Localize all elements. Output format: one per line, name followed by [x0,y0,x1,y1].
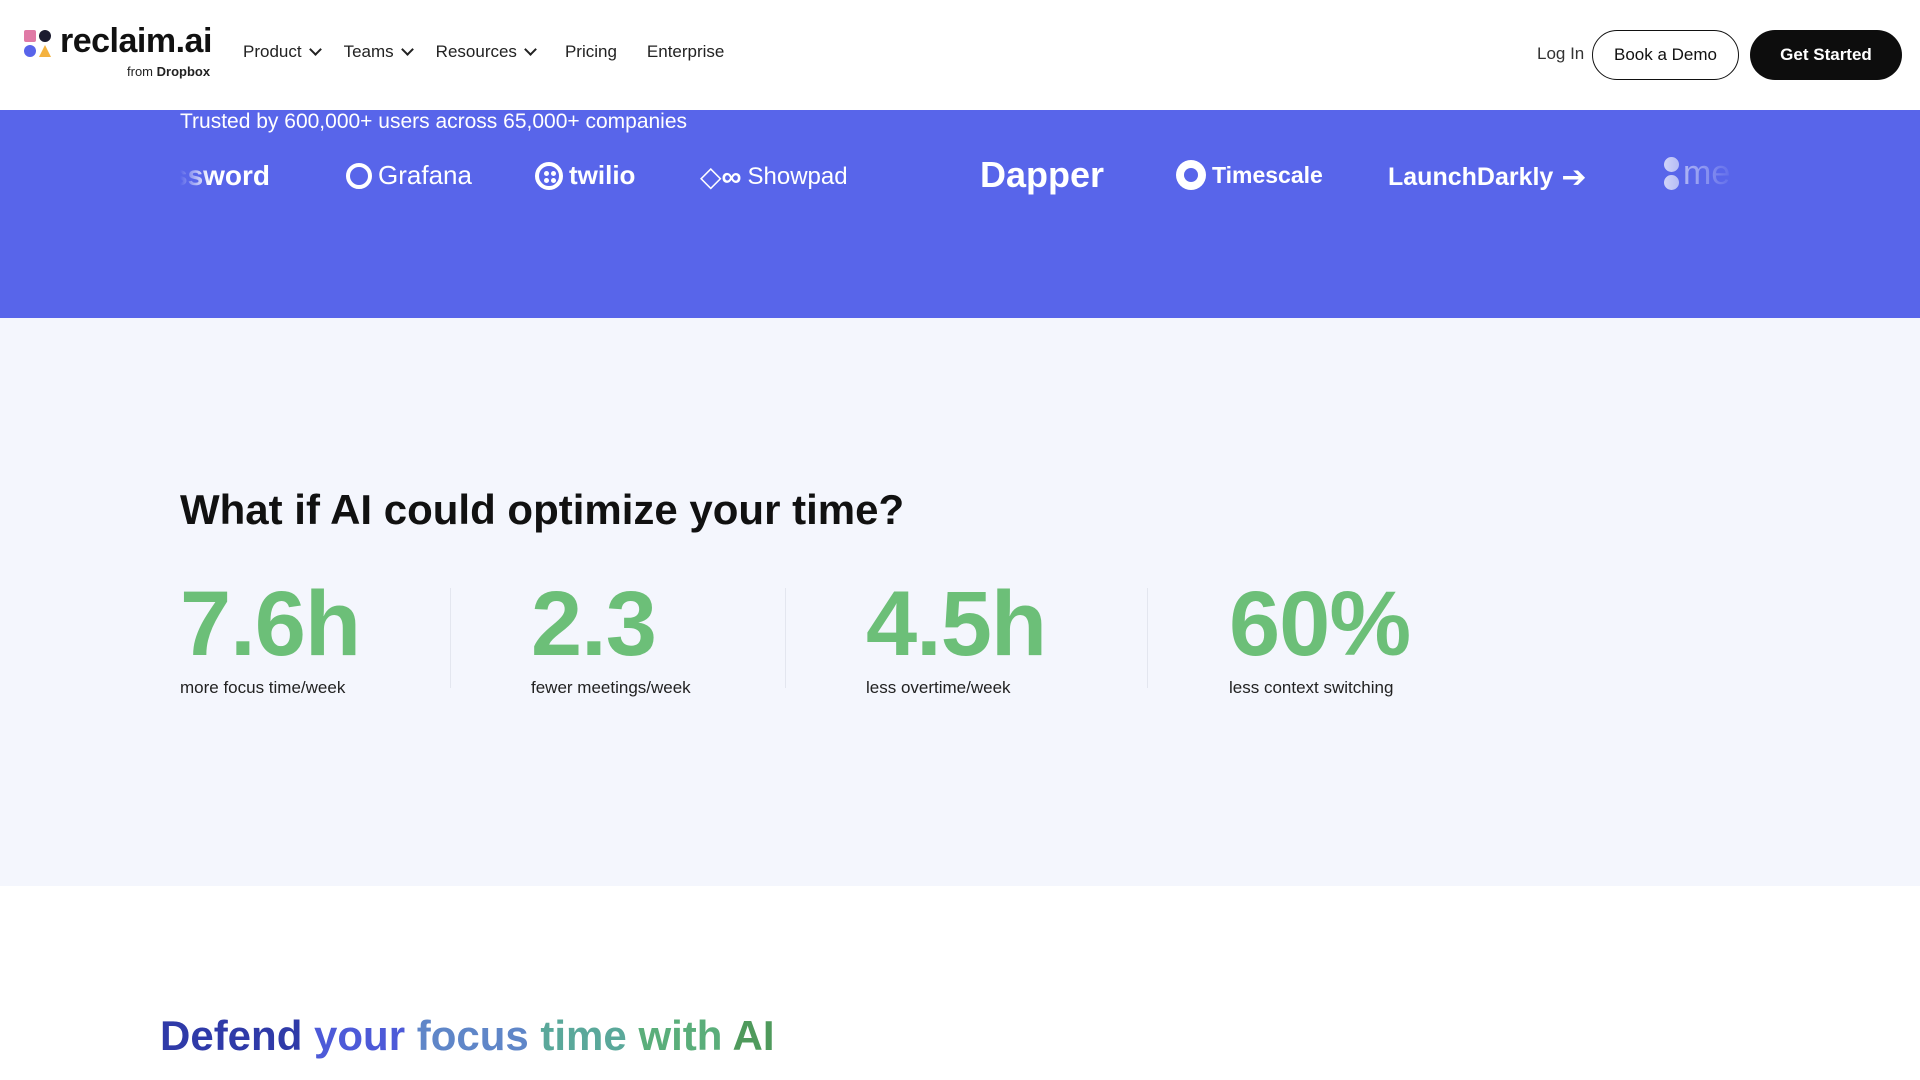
stat-value: 7.6h [180,573,361,675]
stat-label: less overtime/week [866,678,1011,697]
nav-enterprise[interactable]: Enterprise [647,42,724,62]
trusted-text: Trusted by 600,000+ users across 65,000+… [180,110,688,133]
customer-logos: ssword Grafana twilio ◇∞ Showpad Dapper T… [180,150,1736,210]
stats-title: What if AI could optimize your time? [180,486,905,533]
main-nav: Product Teams Resources Pricing Enterpri… [243,42,748,62]
get-started-button[interactable]: Get Started [1750,30,1902,80]
logo-monday: me [1664,154,1730,193]
stat-value: 60% [1229,573,1411,675]
chevron-down-icon [524,43,537,56]
logo-mark-icon [24,30,54,60]
stat-label: less context switching [1229,678,1394,697]
nav-pricing[interactable]: Pricing [565,42,617,62]
stat-focus-time: 7.6h more focus time/week [180,573,361,698]
logo-launchdarkly: LaunchDarkly ➔ [1388,161,1587,194]
stat-label: more focus time/week [180,678,346,697]
stat-divider [1147,588,1148,688]
reclaim-logo[interactable]: reclaim.ai from Dropbox [24,22,224,82]
timescale-icon [1176,160,1206,190]
stat-divider [785,588,786,688]
showpad-icon: ◇∞ [700,161,742,192]
nav-resources[interactable]: Resources [436,42,537,62]
logo-dapper: Dapper [980,154,1105,195]
site-header: reclaim.ai from Dropbox Product Teams Re… [0,0,1920,110]
book-demo-button[interactable]: Book a Demo [1592,30,1739,80]
twilio-icon [535,161,563,190]
stat-divider [450,588,451,688]
chevron-down-icon [308,43,322,56]
stats-section: What if AI could optimize your time? 7.6… [0,318,1920,886]
logo-subtitle: from Dropbox [127,64,211,79]
logo-timescale: Timescale [1176,160,1323,190]
trusted-band: Trusted by 600,000+ users across 65,000+… [0,110,1920,318]
stat-context-switching: 60% less context switching [1229,573,1411,698]
chevron-down-icon [400,43,414,56]
logo-wordmark: reclaim.ai [60,22,212,60]
monday-icon [1664,157,1679,190]
arrow-right-icon: ➔ [1561,161,1587,194]
logo-grafana: Grafana [346,160,472,191]
stat-fewer-meetings: 2.3 fewer meetings/week [531,578,691,698]
nav-product[interactable]: Product [243,42,322,62]
logo-showpad: ◇∞ Showpad [700,161,848,192]
stat-label: fewer meetings/week [531,678,691,697]
defend-heading: Defend your focus time with AI [160,1012,775,1059]
logo-twilio: twilio [535,160,635,191]
grafana-icon [346,162,372,189]
nav-teams[interactable]: Teams [344,42,414,62]
stat-value: 2.3 [531,573,657,675]
stat-value: 4.5h [866,573,1047,675]
logo-1password: ssword [180,160,271,191]
login-link[interactable]: Log In [1537,44,1584,64]
stat-less-overtime: 4.5h less overtime/week [866,573,1047,698]
